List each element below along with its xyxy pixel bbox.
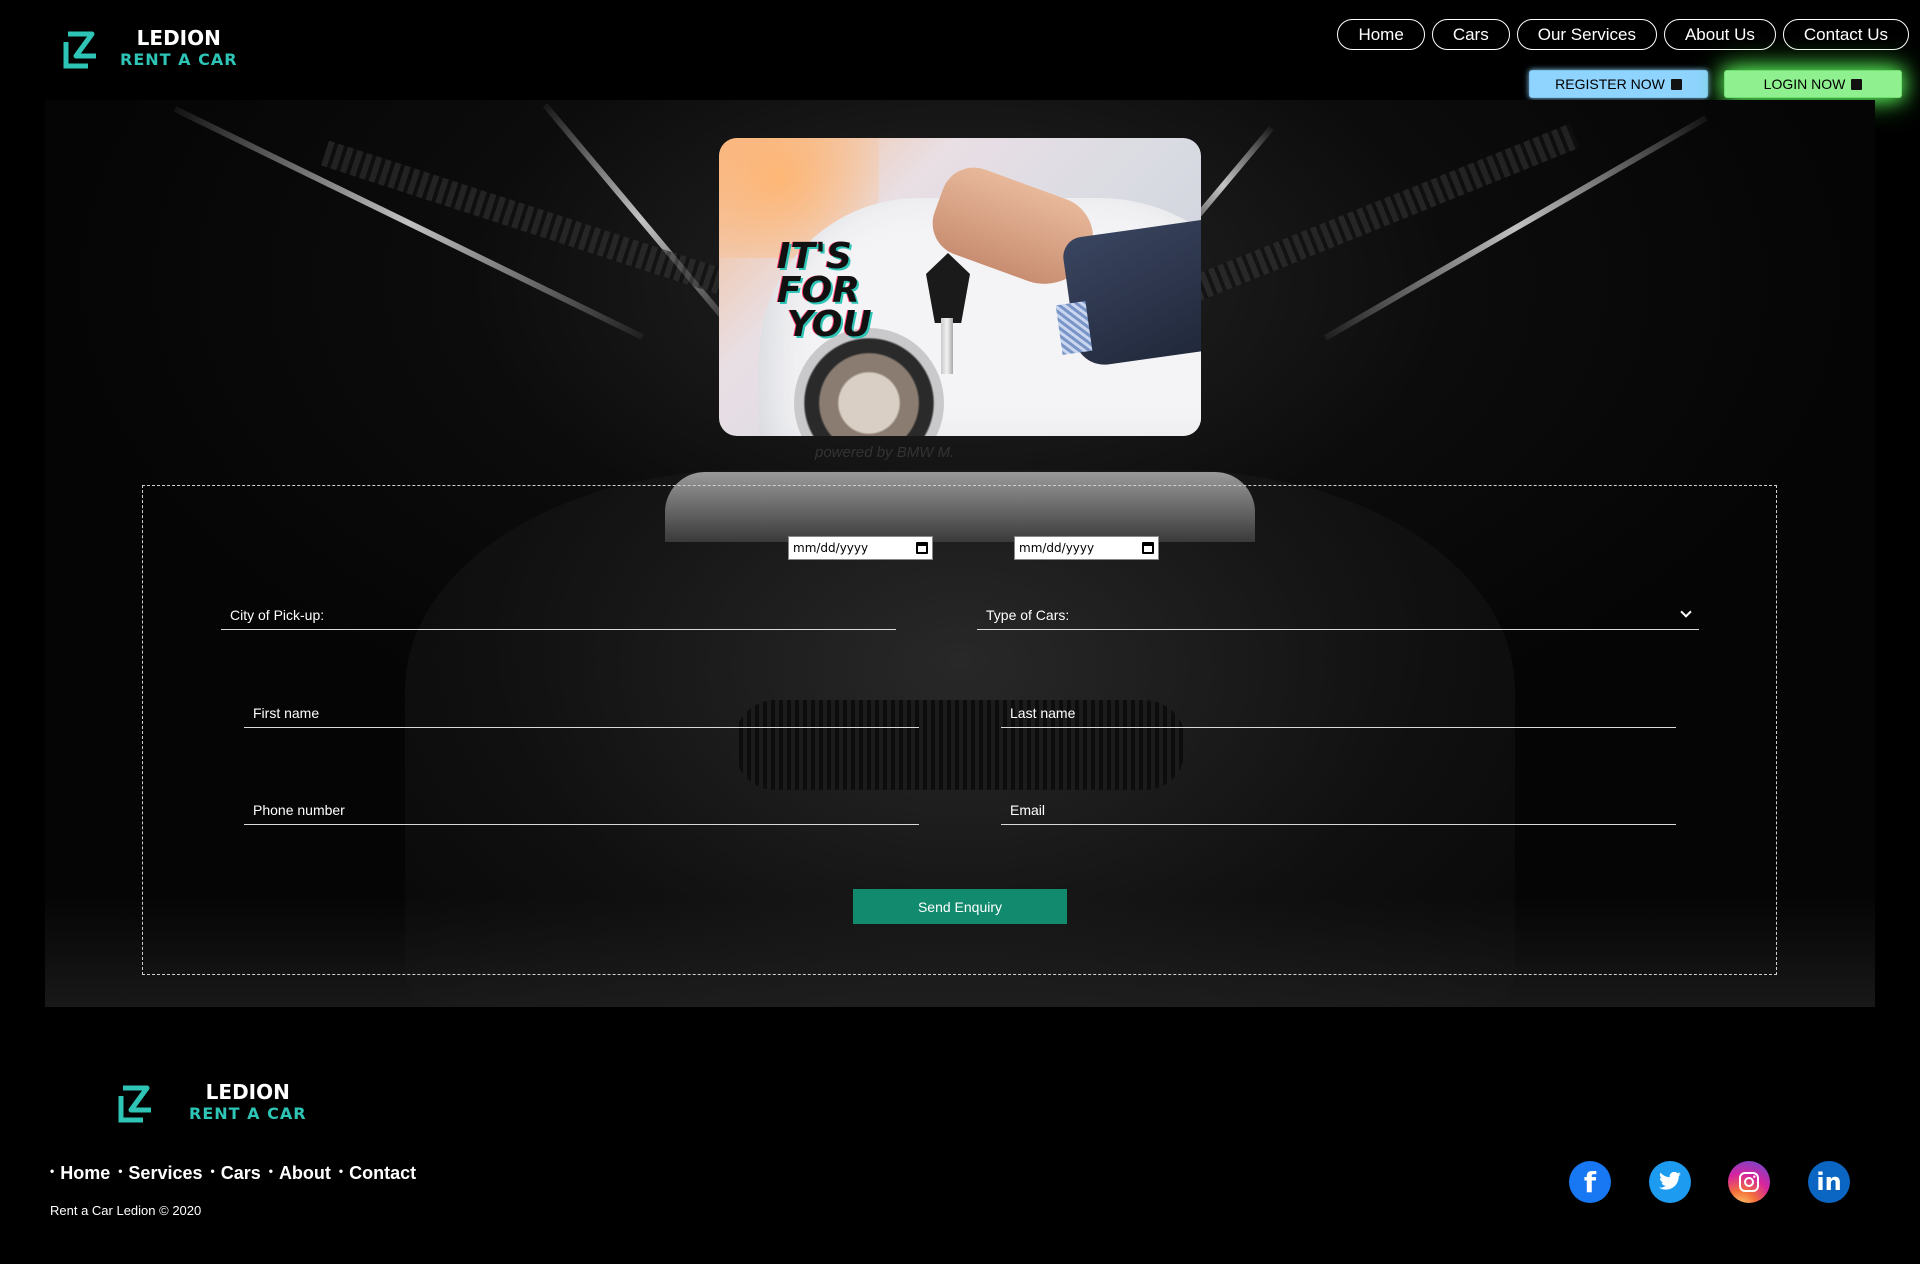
city-pickup-placeholder: City of Pick-up:: [230, 606, 325, 623]
footer-wordmark: LEDION RENT A CAR: [189, 1082, 307, 1122]
brand-tagline: RENT A CAR: [120, 50, 238, 69]
slogan-line-1: IT'S: [777, 236, 852, 277]
footer-brand-name: LEDION: [205, 1080, 290, 1104]
footer-link-about[interactable]: About: [279, 1163, 331, 1184]
register-label: REGISTER NOW: [1555, 76, 1665, 92]
return-date-placeholder: mm/dd/yyyy: [1019, 541, 1095, 555]
ceiling-beam: [320, 140, 767, 308]
bullet: •: [50, 1163, 55, 1178]
brand-logo[interactable]: LEDION RENT A CAR: [62, 26, 238, 70]
car-type-selected: Type of Cars:: [986, 606, 1070, 623]
last-name-field[interactable]: Last name: [1001, 698, 1676, 728]
nav-about-us[interactable]: About Us: [1663, 19, 1776, 50]
pickup-date-input[interactable]: mm/dd/yyyy: [788, 536, 933, 560]
footer-nav: • Home • Services • Cars • About • Conta…: [50, 1163, 424, 1184]
login-button[interactable]: LOGIN NOW: [1724, 70, 1902, 98]
footer-link-home[interactable]: Home: [60, 1163, 110, 1184]
footer-brand-tagline: RENT A CAR: [189, 1104, 307, 1123]
logo-mark-icon: [63, 31, 96, 69]
footer-link-services[interactable]: Services: [128, 1163, 202, 1184]
calendar-icon[interactable]: [1142, 542, 1154, 554]
promo-slogan: IT'S FOR YOU: [777, 236, 872, 345]
brand-wordmark: LEDION RENT A CAR: [120, 28, 238, 68]
footer-link-contact[interactable]: Contact: [349, 1163, 416, 1184]
footer-link-cars[interactable]: Cars: [221, 1163, 261, 1184]
slogan-line-2: FOR: [777, 270, 860, 311]
bullet: •: [118, 1163, 123, 1178]
bullet: •: [338, 1163, 344, 1178]
chevron-down-icon: [1680, 606, 1692, 618]
send-enquiry-button[interactable]: Send Enquiry: [853, 889, 1067, 924]
main-nav: Home Cars Our Services About Us Contact …: [1337, 19, 1909, 50]
last-name-placeholder: Last name: [1010, 704, 1076, 721]
phone-field[interactable]: Phone number: [244, 795, 919, 825]
key-blade: [941, 318, 953, 374]
bullet: •: [210, 1163, 215, 1178]
return-date-input[interactable]: mm/dd/yyyy: [1014, 536, 1159, 560]
site-header: LEDION RENT A CAR Home Cars Our Services…: [0, 0, 1920, 100]
pickup-date-placeholder: mm/dd/yyyy: [793, 541, 869, 555]
ceiling-beam: [1180, 123, 1580, 306]
twitter-bird-glyph: [1659, 1172, 1681, 1190]
email-placeholder: Email: [1010, 801, 1046, 818]
bullet: •: [268, 1163, 273, 1178]
brand-name: LEDION: [136, 26, 221, 50]
login-label: LOGIN NOW: [1763, 76, 1846, 92]
instagram-icon[interactable]: [1728, 1161, 1770, 1203]
windshield-banner: powered by BMW M.: [815, 444, 955, 461]
promo-image: IT'S FOR YOU: [719, 138, 1201, 436]
facebook-icon[interactable]: f: [1569, 1161, 1611, 1203]
email-field[interactable]: Email: [1001, 795, 1676, 825]
footer-logo[interactable]: LEDION RENT A CAR: [117, 1080, 307, 1124]
twitter-icon[interactable]: [1649, 1161, 1691, 1203]
calendar-icon[interactable]: [916, 542, 928, 554]
external-link-icon: [1670, 78, 1682, 90]
logo-mark-icon: [118, 1085, 151, 1123]
car-type-select[interactable]: Type of Cars:: [977, 600, 1699, 630]
city-pickup-input[interactable]: City of Pick-up:: [221, 600, 896, 630]
first-name-placeholder: First name: [253, 704, 320, 721]
nav-our-services[interactable]: Our Services: [1516, 19, 1657, 50]
nav-contact-us[interactable]: Contact Us: [1782, 19, 1909, 50]
first-name-field[interactable]: First name: [244, 698, 919, 728]
copyright-text: Rent a Car Ledion © 2020: [50, 1203, 202, 1218]
linkedin-icon[interactable]: in: [1808, 1161, 1850, 1203]
register-button[interactable]: REGISTER NOW: [1529, 70, 1708, 98]
nav-home[interactable]: Home: [1337, 19, 1425, 50]
slogan-line-3: YOU: [787, 304, 872, 345]
instagram-camera-glyph: [1739, 1172, 1759, 1192]
sign-in-icon: [1851, 78, 1863, 90]
phone-placeholder: Phone number: [253, 801, 345, 818]
nav-cars[interactable]: Cars: [1431, 19, 1510, 50]
